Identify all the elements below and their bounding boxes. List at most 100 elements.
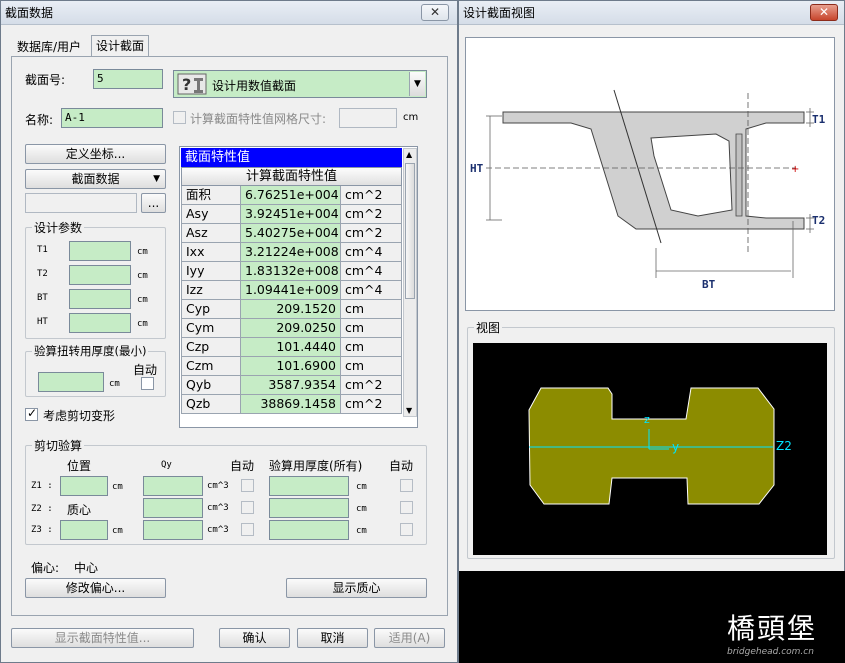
param-t1-input[interactable] — [69, 241, 131, 261]
shear-z3-thickness[interactable] — [269, 520, 349, 540]
prop-name: Iyy — [181, 262, 241, 281]
shear-z2-auto-checkbox[interactable] — [241, 501, 254, 514]
ok-button[interactable]: 确认 — [219, 628, 290, 648]
shear-z3-qy[interactable] — [143, 520, 203, 540]
grid-size-input[interactable] — [339, 108, 397, 128]
prop-value: 209.1520 — [241, 300, 341, 319]
torsion-unit: cm — [109, 379, 120, 389]
design-params-title: 设计参数 — [32, 219, 85, 236]
prop-row[interactable]: 面积 6.76251e+004 cm^2 — [181, 186, 402, 205]
prop-unit: cm^4 — [341, 243, 402, 262]
prop-unit: cm^4 — [341, 262, 402, 281]
tab-database-user[interactable]: 数据库/用户 — [13, 37, 85, 57]
grid-size-checkbox[interactable] — [173, 111, 186, 124]
view-group-title: 视图 — [474, 319, 503, 336]
shear-z1-qy[interactable] — [143, 476, 203, 496]
section-data-dialog: 截面数据 ✕ 数据库/用户 设计截面 截面号: 5 ? 设计用数值截面 ▼ 名称… — [0, 0, 458, 663]
shear-deform-checkbox[interactable] — [25, 406, 38, 421]
view-close-button[interactable]: ✕ — [810, 4, 838, 21]
prop-name: Ixx — [181, 243, 241, 262]
prop-unit: cm^4 — [341, 281, 402, 300]
prop-row[interactable]: Cym 209.0250 cm — [181, 319, 402, 338]
prop-unit: cm — [341, 300, 402, 319]
section-view-canvas[interactable]: z y Z2 — [473, 343, 827, 555]
scroll-thumb[interactable] — [405, 163, 415, 299]
shear-z1-auto-checkbox[interactable] — [241, 479, 254, 492]
prop-row[interactable]: Czp 101.4440 cm — [181, 338, 402, 357]
prop-row[interactable]: Qyb 3587.9354 cm^2 — [181, 376, 402, 395]
section-type-combo[interactable]: ? 设计用数值截面 ▼ — [173, 70, 427, 98]
cancel-button[interactable]: 取消 — [297, 628, 368, 648]
name-label: 名称: — [25, 113, 54, 127]
prop-row[interactable]: Ixx 3.21224e+008 cm^4 — [181, 243, 402, 262]
shear-col-qy: Qy — [161, 460, 172, 470]
show-centroid-button[interactable]: 显示质心 — [286, 578, 427, 598]
section-no-input[interactable]: 5 — [93, 69, 163, 89]
show-props-button[interactable]: 显示截面特性值... — [11, 628, 194, 648]
param-ht-unit: cm — [137, 319, 148, 329]
shear-z2-label: Z2 : — [31, 504, 53, 514]
chevron-down-icon[interactable]: ▼ — [409, 72, 425, 96]
param-t2-input[interactable] — [69, 265, 131, 285]
prop-name: Cyp — [181, 300, 241, 319]
prop-row[interactable]: Asy 3.92451e+004 cm^2 — [181, 205, 402, 224]
browse-button[interactable]: ... — [141, 193, 166, 213]
prop-unit: cm^2 — [341, 186, 402, 205]
section-data-dropdown[interactable]: 截面数据 ▼ — [25, 169, 166, 189]
param-ht-input[interactable] — [69, 313, 131, 333]
prop-row[interactable]: Cyp 209.1520 cm — [181, 300, 402, 319]
torsion-input[interactable] — [38, 372, 104, 392]
define-coord-button[interactable]: 定义坐标... — [25, 144, 166, 164]
torsion-auto-label: 自动 — [133, 363, 158, 377]
axis-y-label: y — [672, 440, 680, 454]
shear-z1-position[interactable] — [60, 476, 108, 496]
prop-name: Asz — [181, 224, 241, 243]
prop-value: 101.4440 — [241, 338, 341, 357]
shear-z1-thickness[interactable] — [269, 476, 349, 496]
props-rows: 面积 6.76251e+004 cm^2 Asy 3.92451e+004 cm^2 Asz… — [181, 186, 402, 417]
apply-button[interactable]: 适用(A) — [374, 628, 445, 648]
prop-row[interactable]: Asz 5.40275e+004 cm^2 — [181, 224, 402, 243]
label-bt: BT — [702, 278, 716, 291]
param-t1-unit: cm — [137, 247, 148, 257]
name-input[interactable]: A-1 — [61, 108, 163, 128]
prop-name: Asy — [181, 205, 241, 224]
section-schematic: + — [486, 89, 814, 278]
prop-row[interactable]: Iyy 1.83132e+008 cm^4 — [181, 262, 402, 281]
modify-offset-button[interactable]: 修改偏心... — [25, 578, 166, 598]
torsion-title: 验算扭转用厚度(最小) — [32, 343, 149, 359]
shear-z3-auto2-checkbox[interactable] — [400, 523, 413, 536]
file-path-input[interactable] — [25, 193, 137, 213]
dropdown-arrow-icon: ▼ — [153, 174, 160, 184]
prop-unit: cm^2 — [341, 395, 402, 414]
shear-z2-qy[interactable] — [143, 498, 203, 518]
prop-row[interactable]: Qzb 38869.1458 cm^2 — [181, 395, 402, 414]
prop-name: Qzb — [181, 395, 241, 414]
prop-value: 3.21224e+008 — [241, 243, 341, 262]
tab-design-section[interactable]: 设计截面 — [91, 35, 150, 57]
torsion-auto-checkbox[interactable] — [141, 377, 154, 390]
status-area: 橋頭堡 bridgehead.com.cn — [459, 571, 845, 663]
shear-z3-qy-unit: cm^3 — [207, 525, 229, 535]
shear-z2-auto2-checkbox[interactable] — [400, 501, 413, 514]
close-button[interactable]: ✕ — [421, 4, 449, 21]
param-bt-input[interactable] — [69, 289, 131, 309]
shear-z1-label: Z1 : — [31, 481, 53, 491]
calc-props-button[interactable]: 计算截面特性值 — [181, 167, 402, 186]
shear-check-title: 剪切验算 — [32, 437, 85, 454]
shear-z2-thickness[interactable] — [269, 498, 349, 518]
shear-z2-thick-unit: cm — [356, 504, 367, 514]
shear-z3-position[interactable] — [60, 520, 108, 540]
shear-col-auto: 自动 — [230, 459, 255, 473]
section-no-label: 截面号: — [25, 73, 66, 87]
offset-label: 偏心: — [31, 561, 60, 575]
prop-row[interactable]: Czm 101.6900 cm — [181, 357, 402, 376]
props-scrollbar[interactable]: ▲ ▼ — [403, 148, 417, 417]
scroll-down-icon[interactable]: ▼ — [406, 406, 412, 415]
props-table-header: 截面特性值 — [181, 148, 402, 167]
param-bt-label: BT — [37, 293, 48, 303]
shear-z1-auto2-checkbox[interactable] — [400, 479, 413, 492]
shear-z3-auto-checkbox[interactable] — [241, 523, 254, 536]
prop-row[interactable]: Izz 1.09441e+009 cm^4 — [181, 281, 402, 300]
scroll-up-icon[interactable]: ▲ — [406, 150, 412, 159]
